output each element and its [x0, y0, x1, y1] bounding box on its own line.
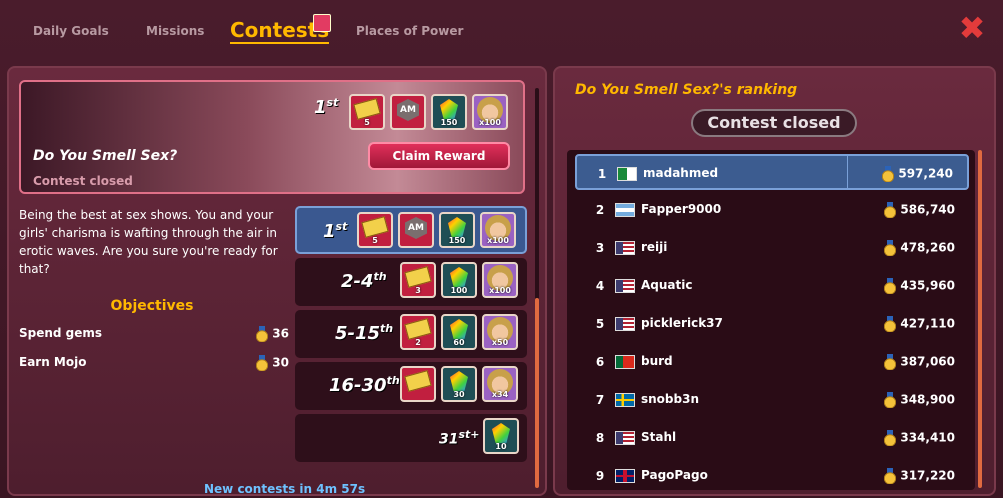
close-icon[interactable]: ✖ — [955, 12, 989, 44]
girl-shard-reward-icon[interactable]: x100 — [472, 94, 508, 130]
girl-shard-reward-icon[interactable]: x100 — [480, 212, 516, 248]
girl-shard-reward-icon[interactable]: x50 — [482, 314, 518, 350]
usa-flag-icon — [615, 279, 635, 293]
top-rank-label: 1st — [314, 96, 339, 118]
girl-shard-reward-icon[interactable]: x34 — [482, 366, 518, 402]
objectives-title: Objectives — [110, 298, 194, 314]
sweden-flag-icon — [615, 393, 635, 407]
scrollbar-thumb[interactable] — [978, 150, 982, 488]
objective-row: Earn Mojo 30 — [19, 355, 289, 371]
usa-flag-icon — [615, 317, 635, 331]
medal-icon — [881, 166, 896, 182]
ranking-row[interactable]: 2 Fapper9000 586,740 — [575, 192, 969, 228]
medal-icon — [255, 326, 270, 342]
medal-icon — [883, 354, 898, 370]
medal-icon — [255, 355, 270, 371]
ranking-row[interactable]: 1 madahmed 597,240 — [575, 154, 969, 190]
gem-reward-icon[interactable]: 100 — [441, 262, 477, 298]
usa-flag-icon — [615, 431, 635, 445]
ranking-row[interactable]: 5 picklerick37 427,110 — [575, 306, 969, 342]
book-reward-icon[interactable]: 2 — [400, 314, 436, 350]
gem-reward-icon[interactable]: 150 — [439, 212, 475, 248]
gem-reward-icon[interactable]: 30 — [441, 366, 477, 402]
ranking-row[interactable]: 8 Stahl 334,410 — [575, 420, 969, 456]
algeria-flag-icon — [617, 167, 637, 181]
portugal-flag-icon — [615, 355, 635, 369]
medal-icon — [883, 240, 898, 256]
reward-tier-row: 1st 5 AM 150 x100 — [295, 206, 527, 254]
gem-reward-icon[interactable]: 150 — [431, 94, 467, 130]
tab-places-of-power[interactable]: Places of Power — [356, 24, 463, 38]
contest-description: Being the best at sex shows. You and you… — [19, 208, 278, 276]
contest-banner: Do You Smell Sex? Contest closed 1st 5 A… — [19, 80, 525, 194]
medal-icon — [883, 430, 898, 446]
ranking-row[interactable]: 9 PagoPago 317,220 — [575, 458, 969, 490]
medal-icon — [883, 316, 898, 332]
ranking-title: Do You Smell Sex?'s ranking — [575, 82, 798, 98]
usa-flag-icon — [615, 241, 635, 255]
am-reward-icon[interactable]: AM — [398, 212, 434, 248]
new-contests-timer: New contests in 4m 57s — [204, 482, 366, 496]
rewards-scrollbar[interactable] — [535, 88, 539, 488]
am-reward-icon[interactable]: AM — [390, 94, 426, 130]
ranking-status-badge: Contest closed — [691, 109, 857, 137]
ranking-row[interactable]: 6 burd 387,060 — [575, 344, 969, 380]
book-reward-icon[interactable]: 5 — [357, 212, 393, 248]
gem-reward-icon[interactable]: 60 — [441, 314, 477, 350]
objective-row: Spend gems 36 — [19, 326, 289, 342]
tab-missions[interactable]: Missions — [146, 24, 204, 38]
ranking-row[interactable]: 4 Aquatic 435,960 — [575, 268, 969, 304]
medal-icon — [883, 202, 898, 218]
girl-shard-reward-icon[interactable]: x100 — [482, 262, 518, 298]
top-rewards: 5 AM 150 x100 — [349, 94, 508, 130]
ranking-scrollbar[interactable] — [978, 150, 982, 488]
contest-chest-icon — [313, 14, 331, 32]
reward-tier-row: 5-15th 2 60 x50 — [295, 310, 527, 358]
tab-daily-goals[interactable]: Daily Goals — [33, 24, 109, 38]
book-reward-icon[interactable]: 3 — [400, 262, 436, 298]
reward-tier-row: 16-30th 30 x34 — [295, 362, 527, 410]
medal-icon — [883, 392, 898, 408]
book-reward-icon[interactable] — [400, 366, 436, 402]
medal-icon — [883, 278, 898, 294]
scrollbar-thumb[interactable] — [535, 298, 539, 488]
argentina-flag-icon — [615, 203, 635, 217]
reward-tier-row: 31st+ 10 — [295, 414, 527, 462]
contest-title: Do You Smell Sex? — [33, 148, 178, 164]
book-reward-icon[interactable]: 5 — [349, 94, 385, 130]
ranking-row[interactable]: 7 snobb3n 348,900 — [575, 382, 969, 418]
ranking-list: 1 madahmed 597,240 2 Fapper9000 586,740 … — [567, 150, 975, 490]
ranking-row[interactable]: 3 reiji 478,260 — [575, 230, 969, 266]
contest-details-panel: Do You Smell Sex? Contest closed 1st 5 A… — [7, 66, 547, 496]
contest-status: Contest closed — [33, 174, 133, 188]
medal-icon — [883, 468, 898, 484]
gem-reward-icon[interactable]: 10 — [483, 418, 519, 454]
claim-reward-button[interactable]: Claim Reward — [368, 142, 510, 170]
uk-flag-icon — [615, 469, 635, 483]
reward-tier-row: 2-4th 3 100 x100 — [295, 258, 527, 306]
top-tab-bar: Daily Goals Missions Contests Places of … — [0, 0, 1003, 62]
ranking-panel: Do You Smell Sex?'s ranking Contest clos… — [553, 66, 996, 496]
